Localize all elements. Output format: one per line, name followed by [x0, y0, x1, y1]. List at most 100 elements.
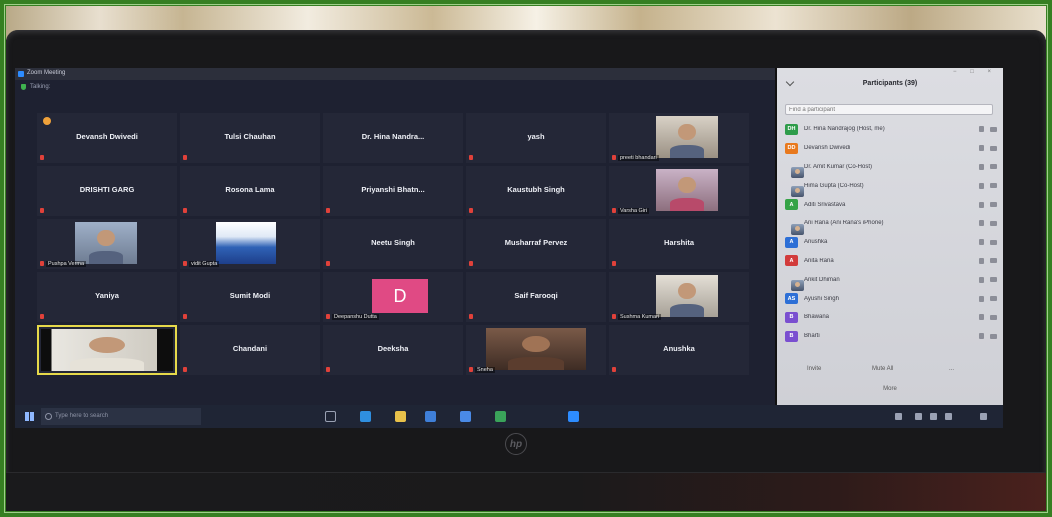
video-off-icon[interactable]: [990, 202, 997, 208]
video-tile[interactable]: Tulsi Chauhan: [180, 113, 320, 163]
invite-button[interactable]: Invite: [807, 366, 821, 372]
participant-item[interactable]: Ani Rana (Ani Rana's iPhone): [785, 214, 997, 235]
mic-muted-icon[interactable]: [979, 126, 984, 133]
person-head: [678, 123, 696, 141]
chevron-up-icon[interactable]: [895, 413, 902, 420]
mail-icon[interactable]: [460, 411, 471, 422]
participant-video: [486, 328, 586, 370]
participants-panel: − □ × Participants (39) DH Dr. Hina Nandr…: [777, 68, 1003, 405]
windows-start-icon[interactable]: [25, 412, 34, 421]
participant-avatar: A: [785, 236, 798, 248]
participant-item[interactable]: A Aditi Srivastava: [785, 195, 997, 214]
participant-item[interactable]: Ankit Dhiman: [785, 270, 997, 292]
participant-item[interactable]: Hima Gupta (Co-Host): [785, 176, 997, 198]
store-icon[interactable]: [425, 411, 436, 422]
participant-name: Ankit Dhiman: [804, 276, 840, 283]
video-tile[interactable]: Neetu Singh: [323, 219, 463, 269]
video-off-icon[interactable]: [990, 277, 997, 283]
taskbar-search[interactable]: Type here to search: [41, 408, 201, 425]
video-tile[interactable]: yash: [466, 113, 606, 163]
mic-muted-icon: [183, 155, 187, 160]
mic-muted-icon: [40, 208, 44, 213]
participant-avatar: D: [372, 279, 428, 313]
participant-item[interactable]: DD Devansh Dwivedi: [785, 139, 997, 158]
video-tile[interactable]: Saif Farooqi: [466, 272, 606, 322]
participant-video: [216, 222, 276, 264]
participant-item[interactable]: A Anita Rana: [785, 252, 997, 271]
mic-muted-icon: [469, 314, 473, 319]
notification-icon[interactable]: [980, 413, 987, 420]
zoom-icon[interactable]: [568, 411, 579, 422]
panel-window-controls[interactable]: − □ ×: [953, 69, 997, 75]
participant-name: Sneha: [475, 367, 495, 373]
video-tile[interactable]: Dr. Hina Nandra...: [323, 113, 463, 163]
mic-muted-icon[interactable]: [979, 182, 984, 189]
video-off-icon[interactable]: [990, 145, 997, 151]
video-tile[interactable]: Priyanshi Bhatn...: [323, 166, 463, 216]
video-tile[interactable]: Pushpa Verma: [37, 219, 177, 269]
video-tile[interactable]: vidit Gupta: [180, 219, 320, 269]
battery-icon[interactable]: [945, 413, 952, 420]
mic-muted-icon[interactable]: [979, 276, 984, 283]
mic-muted-icon: [469, 261, 473, 266]
edge-icon[interactable]: [360, 411, 371, 422]
video-off-icon[interactable]: [990, 183, 997, 189]
video-tile[interactable]: Sneha: [466, 325, 606, 375]
video-tile[interactable]: Harshita: [609, 219, 749, 269]
mic-muted-icon[interactable]: [979, 314, 984, 321]
video-off-icon[interactable]: [990, 126, 997, 132]
video-tile[interactable]: Devansh Dwivedi: [37, 113, 177, 163]
video-off-icon[interactable]: [990, 220, 997, 226]
video-off-icon[interactable]: [990, 258, 997, 264]
mic-muted-icon[interactable]: [979, 257, 984, 264]
video-off-icon[interactable]: [990, 296, 997, 302]
participant-name: Anita Rana: [804, 257, 834, 264]
mic-muted-icon[interactable]: [979, 163, 984, 170]
participant-item[interactable]: B Bhawana: [785, 308, 997, 327]
video-tile[interactable]: Rosona Lama: [180, 166, 320, 216]
more-button[interactable]: More: [777, 386, 1003, 392]
video-off-icon[interactable]: [990, 164, 997, 170]
video-tile[interactable]: Yaniya: [37, 272, 177, 322]
participant-name: Devansh Dwivedi: [76, 132, 138, 141]
participant-search-input[interactable]: [785, 104, 993, 115]
participant-actions: Invite Mute All ...: [777, 366, 1003, 376]
participant-item[interactable]: Dr. Amit Kumar (Co-Host): [785, 158, 997, 179]
participant-item[interactable]: A Anushka: [785, 233, 997, 252]
participant-item[interactable]: DH Dr. Hina Nandrajog (Host, me): [785, 120, 997, 139]
window-titlebar[interactable]: Zoom Meeting: [15, 68, 775, 80]
network-icon[interactable]: [915, 413, 922, 420]
chrome-icon[interactable]: [495, 411, 506, 422]
mic-muted-icon[interactable]: [979, 333, 984, 340]
video-tile[interactable]: Sumit Modi: [180, 272, 320, 322]
video-tile[interactable]: DRISHTI GARG: [37, 166, 177, 216]
mute-all-button[interactable]: Mute All: [872, 366, 893, 372]
video-tile[interactable]: Deeksha: [323, 325, 463, 375]
video-tile[interactable]: preeti bhandari: [609, 113, 749, 163]
file-explorer-icon[interactable]: [395, 411, 406, 422]
mic-muted-icon[interactable]: [979, 220, 984, 227]
participant-item[interactable]: AS Ayushi Singh: [785, 289, 997, 308]
active-speaker-tile[interactable]: [37, 325, 177, 375]
participants-title: Participants (39): [862, 80, 918, 87]
video-tile[interactable]: Varsha Giri: [609, 166, 749, 216]
video-tile[interactable]: Chandani: [180, 325, 320, 375]
mic-muted-icon[interactable]: [979, 145, 984, 152]
video-tile[interactable]: Anushka: [609, 325, 749, 375]
video-tile[interactable]: Musharraf Pervez: [466, 219, 606, 269]
mic-muted-icon[interactable]: [979, 239, 984, 246]
more-options-button[interactable]: ...: [949, 366, 954, 372]
participant-name: Ani Rana (Ani Rana's iPhone): [804, 220, 884, 227]
task-view-icon[interactable]: [325, 411, 336, 422]
video-off-icon[interactable]: [990, 333, 997, 339]
video-tile[interactable]: Kaustubh Singh: [466, 166, 606, 216]
video-off-icon[interactable]: [990, 314, 997, 320]
mic-muted-icon[interactable]: [979, 201, 984, 208]
video-tile[interactable]: D Deepanshu Dutta: [323, 272, 463, 322]
participant-item[interactable]: B Bharti: [785, 327, 997, 346]
video-off-icon[interactable]: [990, 239, 997, 245]
participant-avatar: A: [785, 199, 798, 211]
mic-muted-icon[interactable]: [979, 295, 984, 302]
video-tile[interactable]: Sushma Kumari: [609, 272, 749, 322]
volume-icon[interactable]: [930, 413, 937, 420]
